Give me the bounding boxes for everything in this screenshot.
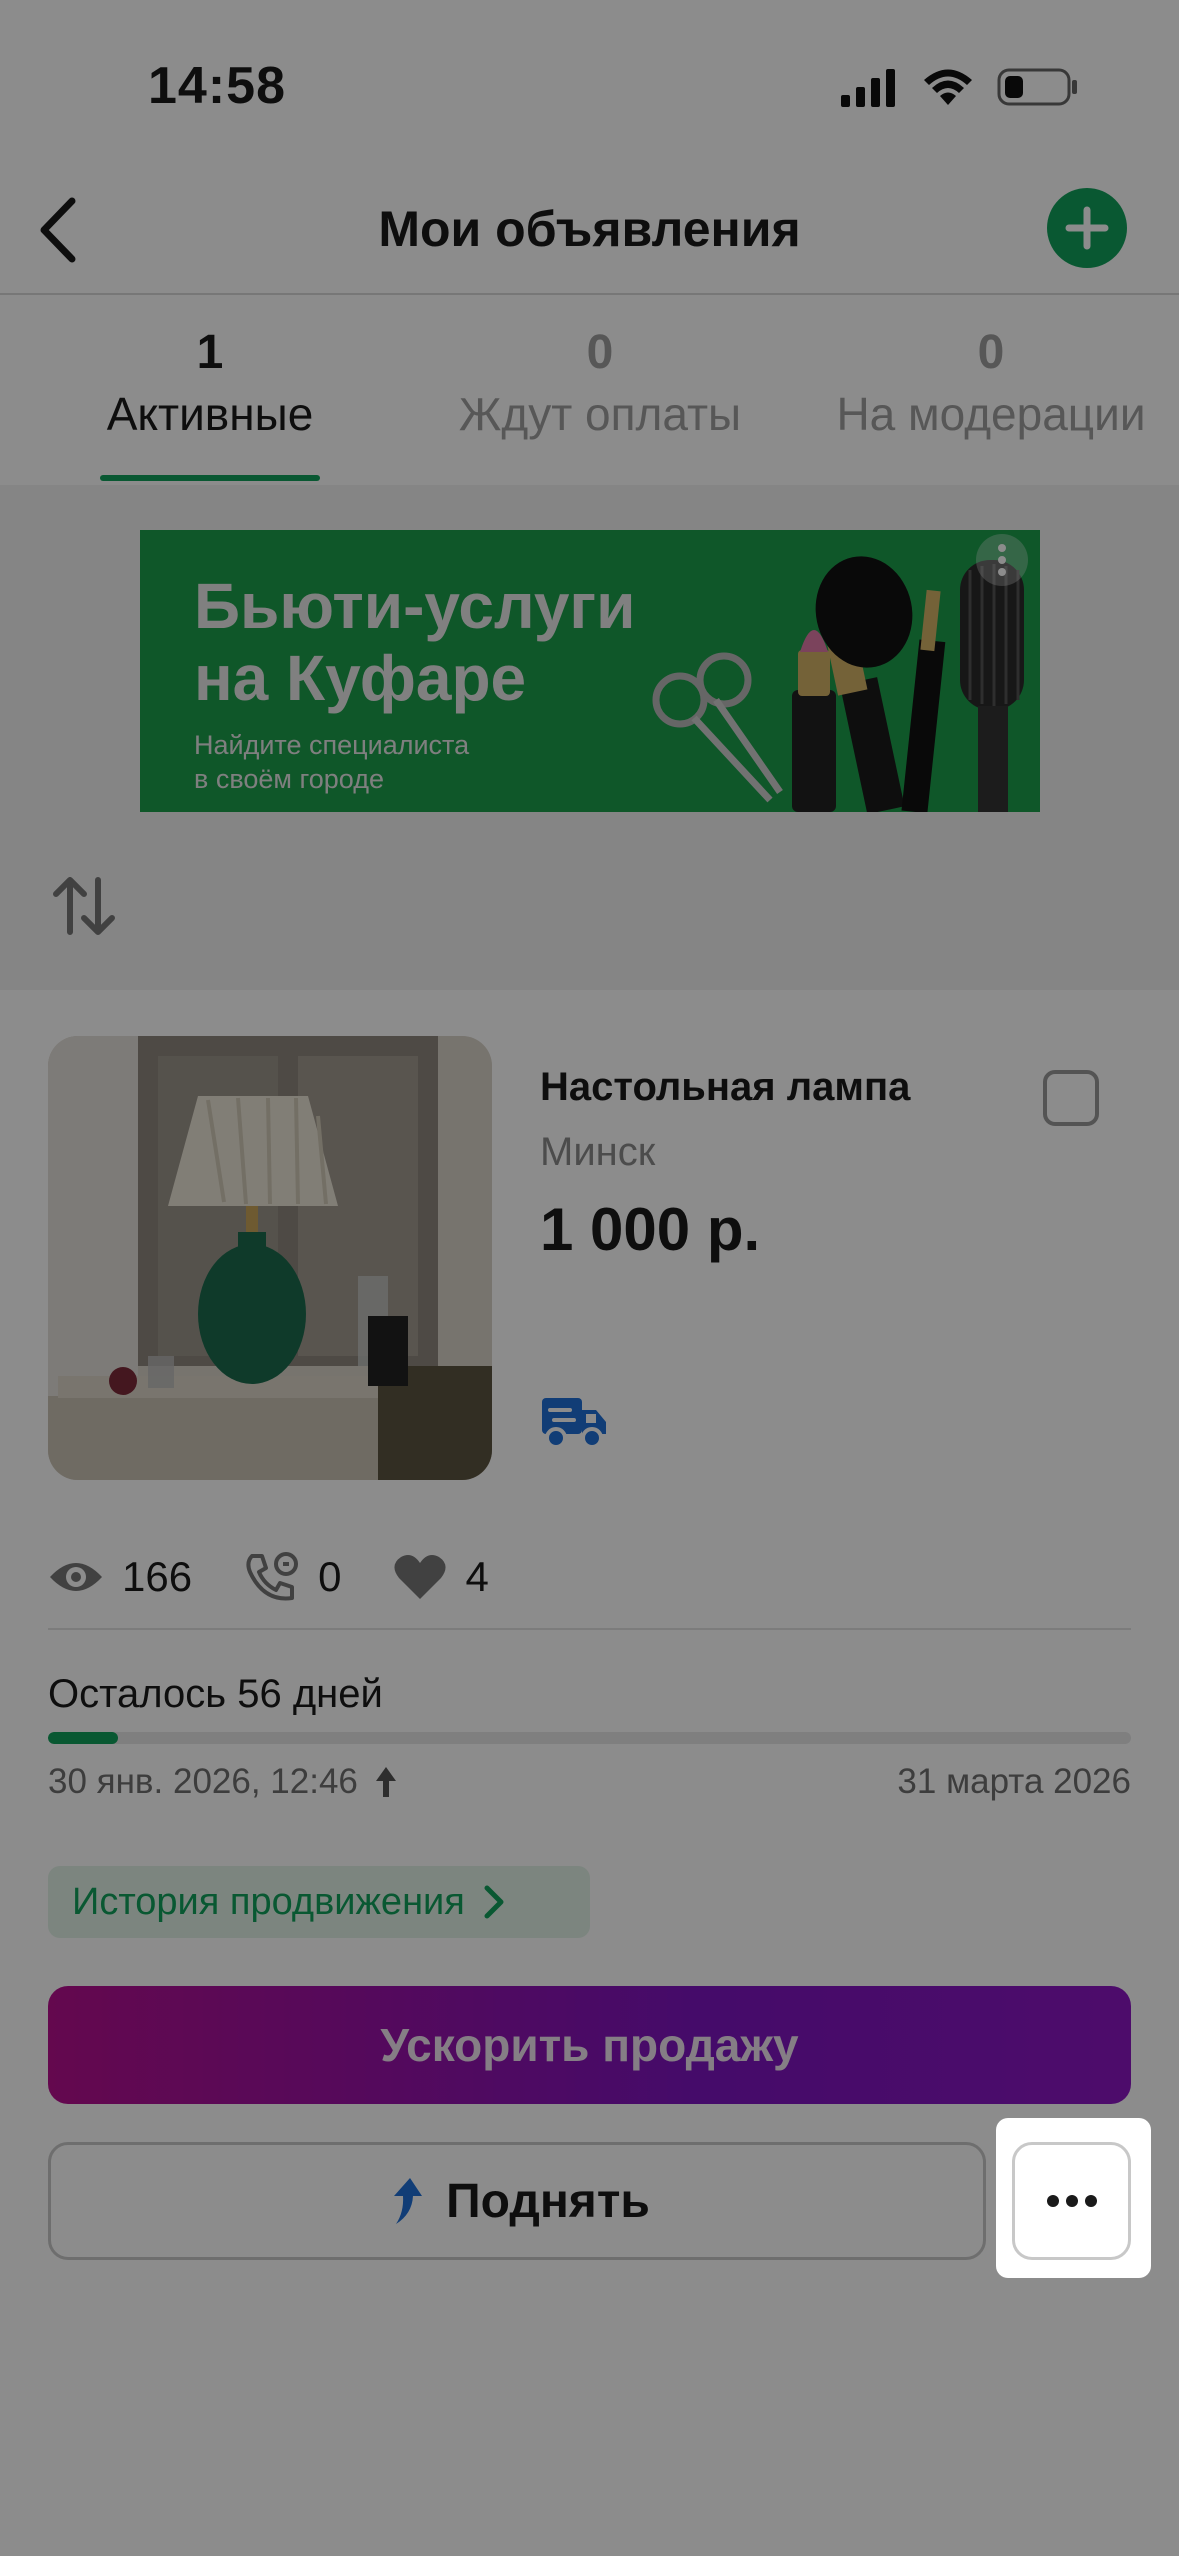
active-tab-indicator: [100, 475, 320, 481]
favorites-count: 4: [465, 1553, 489, 1600]
arrow-up-icon: [394, 2178, 423, 2224]
banner-subtitle-line2: в своём городе: [194, 764, 384, 794]
status-bar: 14:58: [0, 0, 1179, 170]
tab-label: Активные: [106, 388, 314, 440]
navigation-bar: Мои объявления: [0, 170, 1179, 295]
banner-subtitle: Найдите специалиста в своём городе: [194, 728, 469, 796]
page-title: Мои объявления: [378, 201, 801, 257]
progress-fill: [48, 1732, 119, 1744]
delivery-badge: [540, 1390, 608, 1450]
promotion-history-label: История продвижения: [72, 1880, 465, 1923]
boost-sale-button[interactable]: Ускорить продажу: [48, 1986, 1131, 2104]
days-left-text: Осталось 56 дней: [48, 1672, 383, 1716]
cosmetics-illustration: [652, 556, 1024, 812]
plus-icon: [1065, 206, 1109, 250]
listing-city: Минск: [540, 1130, 656, 1174]
publish-date-text: 30 янв. 2026, 12:46: [48, 1762, 358, 1801]
listing-title[interactable]: Настольная лампа: [540, 1065, 910, 1110]
listing-photo[interactable]: [48, 1036, 492, 1480]
banner-more-button[interactable]: [976, 534, 1028, 586]
truck-icon: [542, 1398, 606, 1449]
status-icons: [839, 62, 1079, 112]
tab-label: На модерации: [836, 388, 1146, 440]
heart-icon: [394, 1555, 446, 1599]
stats-divider: [48, 1628, 1131, 1630]
sort-icon: [53, 877, 115, 935]
listing-stats: 166 0 4: [48, 1542, 541, 1612]
raise-button[interactable]: Поднять: [48, 2142, 986, 2260]
tab-count: 1: [196, 326, 224, 379]
eye-icon: [50, 1563, 102, 1591]
raise-label: Поднять: [446, 2174, 650, 2228]
promotion-history-link[interactable]: История продвижения: [48, 1866, 590, 1938]
more-vertical-icon: [998, 544, 1006, 576]
tab-count: 0: [977, 326, 1005, 379]
views-stat: 166: [48, 1553, 192, 1601]
listing-select-checkbox[interactable]: [1043, 1070, 1099, 1126]
tab-moderation[interactable]: 0 На модерации: [826, 325, 1156, 441]
status-time: 14:58: [148, 57, 286, 115]
phone-icon: [246, 1552, 299, 1601]
more-actions-button[interactable]: [1012, 2142, 1131, 2260]
raised-arrow-icon: [375, 1767, 396, 1797]
banner-title-line1: Бьюти-услуги: [194, 570, 636, 642]
battery-icon: [997, 68, 1077, 106]
listing-lifetime-progress: [48, 1732, 1131, 1744]
banner-title: Бьюти-услуги на Куфаре: [194, 570, 635, 714]
listing-tabs: 1 Активные 0 Ждут оплаты 0 На модерации: [0, 297, 1179, 485]
tab-count: 0: [586, 326, 614, 379]
lamp-photo: [48, 1036, 492, 1480]
favorites-stat: 4: [393, 1553, 489, 1601]
banner-title-line2: на Куфаре: [194, 642, 527, 714]
signal-icon: [841, 69, 895, 107]
add-listing-button[interactable]: [1047, 188, 1127, 268]
listing-price: 1 000 р.: [540, 1196, 761, 1263]
publish-date: 30 янв. 2026, 12:46: [48, 1762, 398, 1802]
calls-stat: 0: [244, 1552, 341, 1602]
wifi-icon: [924, 69, 972, 105]
expiry-date: 31 марта 2026: [897, 1762, 1131, 1801]
more-dots-icon: [1046, 2195, 1097, 2207]
ad-banner[interactable]: Бьюти-услуги на Куфаре Найдите специалис…: [140, 530, 1040, 812]
tab-awaiting-payment[interactable]: 0 Ждут оплаты: [450, 325, 750, 441]
views-count: 166: [122, 1553, 193, 1600]
tab-active[interactable]: 1 Активные: [100, 325, 320, 441]
tab-label: Ждут оплаты: [458, 388, 742, 440]
chevron-right-icon: [484, 1885, 504, 1919]
calls-count: 0: [318, 1553, 342, 1600]
sort-button[interactable]: [48, 870, 120, 942]
banner-subtitle-line1: Найдите специалиста: [194, 730, 470, 760]
